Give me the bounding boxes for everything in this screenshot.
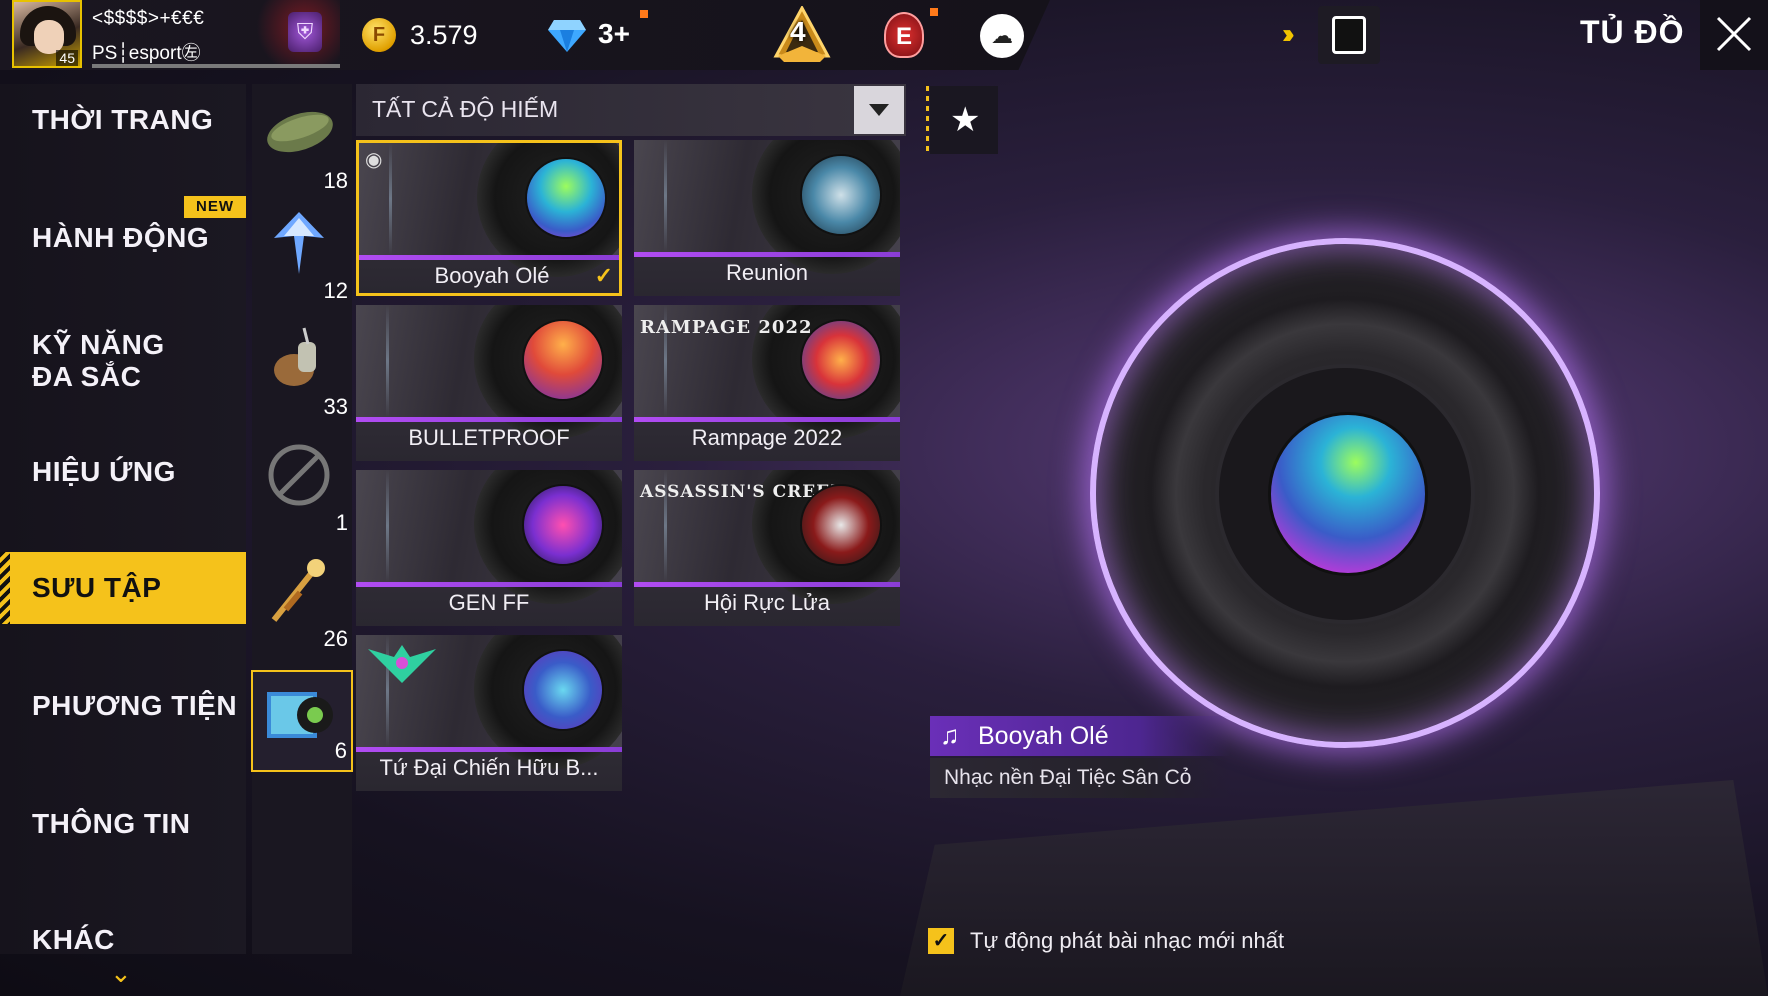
diamond-notification-dot	[640, 10, 648, 18]
song-art-tu-dai-chien-huu	[522, 649, 604, 731]
elite-pass-badge[interactable]: E	[884, 12, 924, 58]
menu-label: KỸ NĂNG ĐA SẮC	[32, 329, 165, 392]
player-guild: PS┆esport㊧	[92, 43, 201, 64]
rampage-logo: RAMPAGE 2022	[640, 317, 813, 338]
song-card[interactable]: BULLETPROOF	[356, 305, 622, 461]
close-icon	[1716, 16, 1752, 52]
menu-label: THỜI TRANG	[32, 104, 214, 135]
elite-notification-dot	[930, 8, 938, 16]
gold-value: 3.579	[410, 20, 478, 50]
subcategory-weapon-skin[interactable]: 26	[252, 548, 352, 658]
song-name: Rampage 2022	[691, 425, 843, 450]
song-art-gen-ff	[522, 484, 604, 566]
subcategory-count: 26	[323, 626, 348, 651]
song-card[interactable]: ◉ Booyah Olé ✓	[356, 140, 622, 296]
player-avatar[interactable]: 45	[12, 0, 82, 68]
song-card[interactable]: Tứ Đại Chiến Hữu B...	[356, 635, 622, 791]
display-stage	[900, 780, 1768, 996]
song-name: Reunion	[726, 260, 808, 285]
cloud-upload-icon[interactable]: ☁	[980, 14, 1024, 58]
subcategory-parachute[interactable]: 18	[252, 90, 352, 200]
exp-bar	[92, 64, 340, 68]
subcategory-emote[interactable]: 1	[252, 432, 352, 542]
song-name: GEN FF	[448, 590, 530, 615]
autoplay-checkbox[interactable]: ✓	[928, 928, 954, 954]
song-art-booyah-ole	[525, 157, 607, 239]
subcategory-count: 6	[334, 738, 347, 763]
chevron-down-icon[interactable]: ⌄	[110, 958, 132, 989]
menu-label: SƯU TẬP	[32, 572, 162, 603]
subcategory-count: 1	[335, 510, 348, 535]
song-card[interactable]: GEN FF	[356, 470, 622, 626]
autoplay-option[interactable]: ✓ Tự động phát bài nhạc mới nhất	[928, 928, 1284, 954]
subcategory-count: 18	[323, 168, 348, 193]
preview-song-title: Booyah Olé	[978, 722, 1109, 750]
song-name: Tứ Đại Chiến Hữu B...	[379, 755, 599, 780]
subcategory-count: 12	[323, 278, 348, 303]
preview-subtitle-text: Nhạc nền Đại Tiệc Sân Cỏ	[944, 766, 1192, 789]
weapon-skin-icon	[271, 559, 325, 622]
gold-coin-icon: F	[362, 18, 396, 52]
glider-icon	[274, 212, 324, 274]
filter-dropdown-button[interactable]	[854, 86, 904, 134]
rarity-filter-label: TẤT CẢ ĐỘ HIẾM	[372, 96, 559, 122]
music-note-icon: ♫	[940, 720, 960, 750]
eye-icon[interactable]: ◉	[365, 147, 382, 172]
song-art-hoi-ruc-lua	[800, 484, 882, 566]
song-name: Booyah Olé	[434, 263, 550, 288]
player-level: 45	[56, 50, 78, 66]
close-button[interactable]	[1700, 0, 1768, 70]
menu-item-info[interactable]: THÔNG TIN	[0, 788, 246, 860]
menu-item-collection[interactable]: SƯU TẬP	[0, 552, 246, 624]
menu-item-effects[interactable]: HIỆU ỨNG	[0, 436, 246, 508]
favorite-button[interactable]: ★	[926, 86, 998, 154]
menu-label: HIỆU ỨNG	[32, 456, 176, 487]
guild-badge-icon[interactable]: ⛨	[288, 12, 322, 52]
song-art-rampage	[800, 319, 882, 401]
song-name: Hội Rực Lửa	[703, 590, 831, 615]
check-icon: ✓	[594, 263, 613, 288]
character-silhouette-icon	[1332, 16, 1366, 54]
vinyl-album-art	[1268, 412, 1428, 576]
rarity-filter[interactable]: TẤT CẢ ĐỘ HIẾM	[356, 84, 906, 136]
player-name: <$$$$>+€€€	[92, 8, 205, 29]
preview-song-tag: ♫ Booyah Olé	[930, 716, 1230, 756]
song-art-reunion	[800, 154, 882, 236]
menu-label: KHÁC	[32, 924, 115, 955]
song-card[interactable]: Reunion	[634, 140, 900, 296]
new-badge: NEW	[184, 196, 246, 218]
emote-icon	[268, 444, 330, 506]
menu-label: PHƯƠNG TIỆN	[32, 690, 238, 721]
star-icon: ★	[950, 101, 981, 139]
song-name: BULLETPROOF	[408, 425, 570, 450]
song-art-bulletproof	[522, 319, 604, 401]
music-album-icon	[267, 692, 333, 738]
winged-emblem-icon	[368, 645, 436, 683]
diamond-value[interactable]: 3+	[598, 18, 630, 50]
menu-item-fashion[interactable]: THỜI TRANG	[0, 84, 246, 156]
diamond-icon	[548, 20, 586, 52]
menu-label: THÔNG TIN	[32, 808, 191, 839]
subcategory-pet[interactable]: 33	[252, 316, 352, 426]
subcategory-count: 33	[323, 394, 348, 419]
subcategory-music-album[interactable]: 6	[251, 670, 353, 772]
song-card[interactable]: RAMPAGE 2022 Rampage 2022	[634, 305, 900, 461]
page-title: TỦ ĐỒ	[1580, 14, 1685, 50]
menu-item-vehicles[interactable]: PHƯƠNG TIỆN	[0, 670, 246, 742]
subcategory-glider[interactable]: 12	[252, 200, 352, 310]
character-portrait-button[interactable]	[1318, 6, 1380, 64]
menu-item-skills[interactable]: KỸ NĂNG ĐA SẮC	[0, 318, 246, 404]
double-chevron-icon[interactable]: ››	[1282, 18, 1294, 50]
rank-number: 4	[790, 16, 806, 47]
preview-song-subtitle: Nhạc nền Đại Tiệc Sân Cỏ	[930, 758, 1230, 798]
autoplay-label: Tự động phát bài nhạc mới nhất	[970, 928, 1285, 953]
menu-label: HÀNH ĐỘNG	[32, 222, 210, 253]
song-card[interactable]: ASSASSIN'S CREED Hội Rực Lửa	[634, 470, 900, 626]
parachute-icon	[267, 111, 333, 153]
pet-icon	[274, 327, 316, 386]
